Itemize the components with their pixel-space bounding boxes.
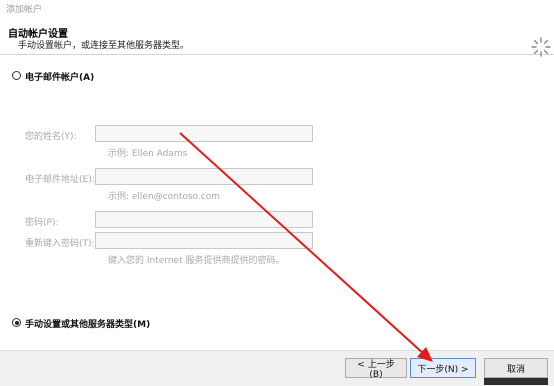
title-bar: 添加帐户 — [0, 0, 554, 16]
name-hint: 示例: Ellen Adams — [108, 149, 188, 159]
name-label: 您的姓名(Y): — [25, 132, 77, 142]
email-account-radio[interactable] — [12, 71, 21, 80]
window-title: 添加帐户 — [6, 5, 43, 15]
password-confirm-label: 重新键入密码(T): — [25, 239, 95, 249]
password-hint: 键入您的 Internet 服务提供商提供的密码。 — [108, 256, 285, 266]
taskbar-strip — [484, 378, 548, 385]
next-button[interactable]: 下一步(N) > — [410, 358, 476, 378]
email-label: 电子邮件地址(E): — [25, 175, 95, 185]
manual-setup-label[interactable]: 手动设置或其他服务器类型(M) — [25, 317, 150, 330]
password-field[interactable] — [95, 211, 313, 228]
password-confirm-field[interactable] — [95, 232, 313, 249]
page-subtitle: 手动设置帐户，或连接至其他服务器类型。 — [18, 41, 190, 51]
email-account-label[interactable]: 电子邮件帐户(A) — [25, 70, 94, 83]
email-hint: 示例: ellen@contoso.com — [108, 192, 220, 202]
back-button[interactable]: < 上一步(B) — [345, 358, 407, 380]
name-field[interactable] — [95, 125, 313, 142]
page-header: 自动帐户设置 手动设置帐户，或连接至其他服务器类型。 — [0, 16, 554, 57]
spinner-icon — [531, 37, 551, 57]
password-label: 密码(P): — [25, 218, 59, 228]
cancel-button[interactable]: 取消 — [484, 358, 548, 378]
manual-setup-radio[interactable] — [12, 318, 21, 327]
email-field[interactable] — [95, 168, 313, 185]
